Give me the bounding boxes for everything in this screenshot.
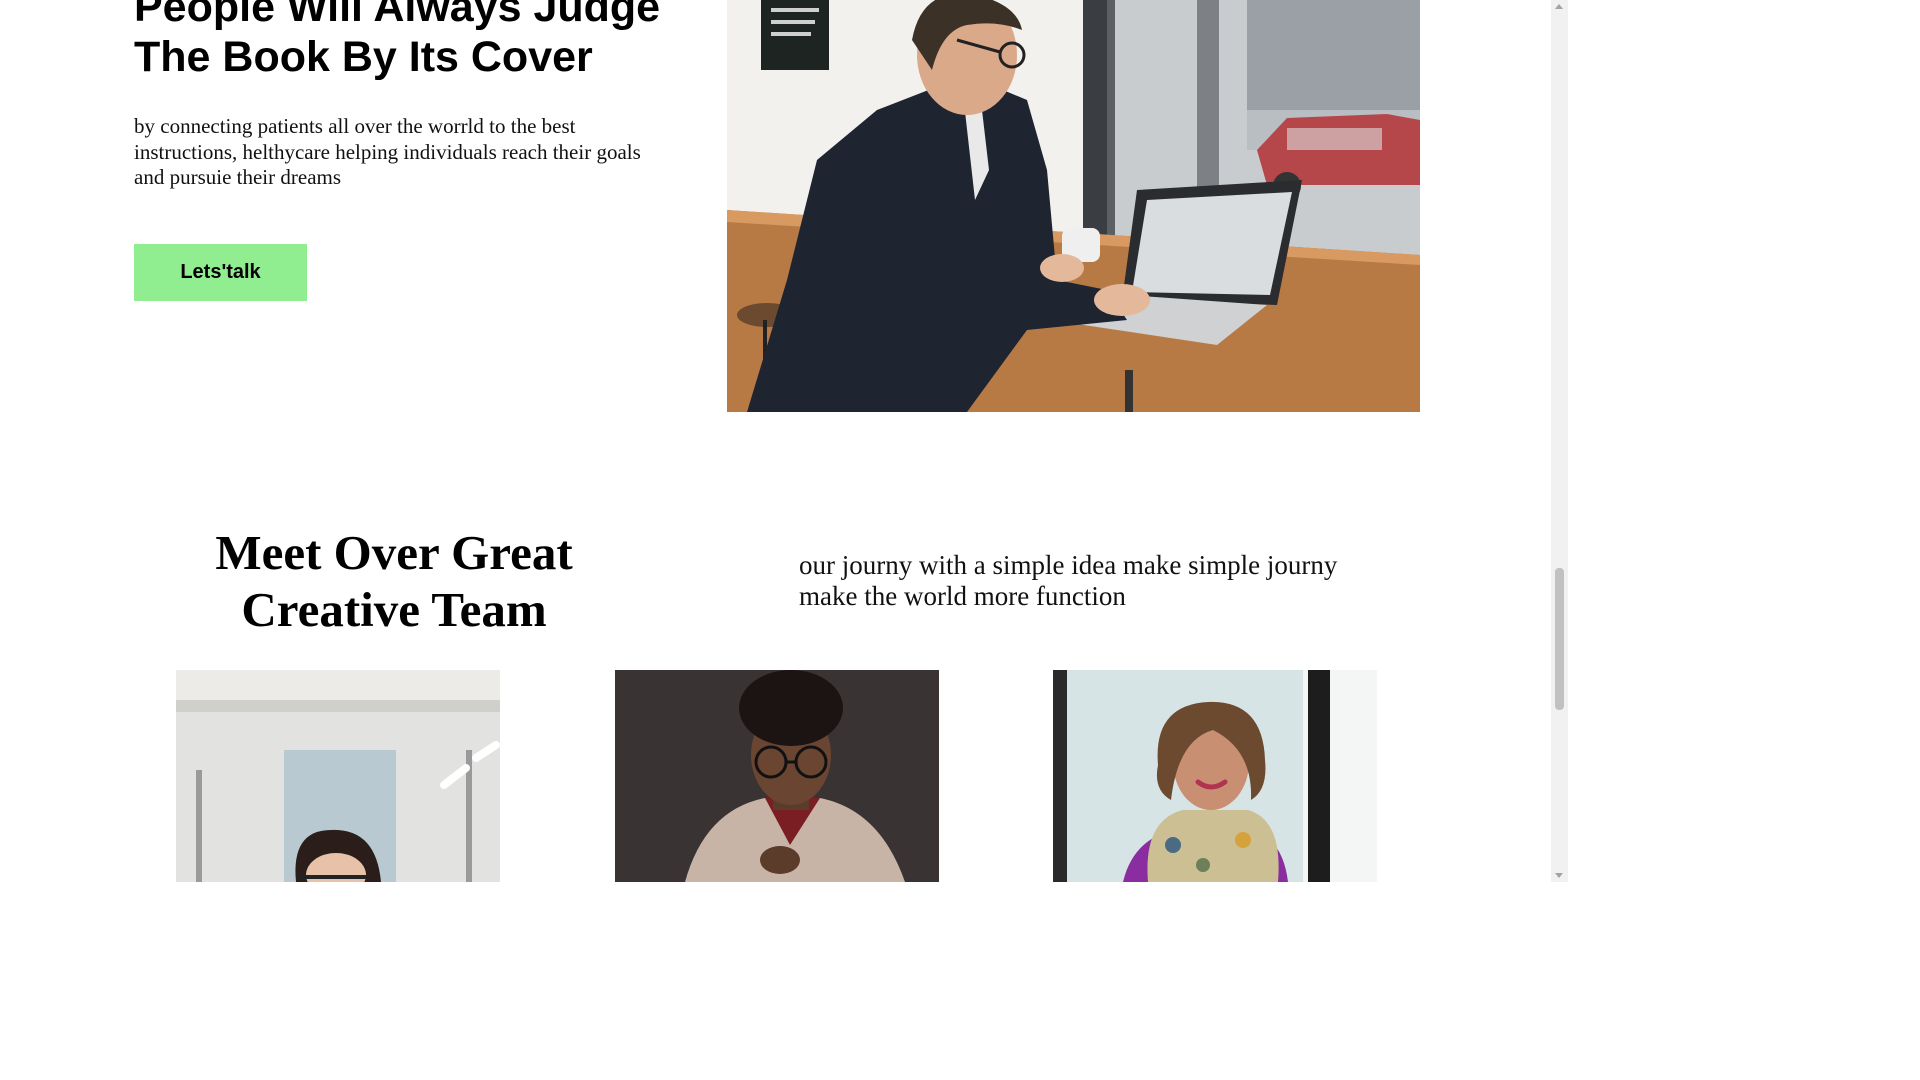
team-description: our journy with a simple idea make simpl… [799, 550, 1338, 611]
page-scrollbar[interactable] [1551, 0, 1568, 882]
scroll-up-arrow-icon[interactable] [1555, 4, 1563, 9]
scroll-down-arrow-icon[interactable] [1555, 873, 1563, 878]
hero-description: by connecting patients all over the worr… [134, 114, 641, 189]
lets-talk-button[interactable]: Lets'talk [134, 244, 307, 301]
hero-image [727, 0, 1420, 412]
hero-title: People Will Always Judge The Book By Its… [134, 0, 661, 81]
scrollbar-thumb[interactable] [1555, 568, 1564, 710]
team-member-photo [615, 670, 939, 882]
team-member-photo [1053, 670, 1377, 882]
team-title: Meet Over Great Creative Team [215, 525, 573, 637]
team-member-photo [176, 670, 500, 882]
